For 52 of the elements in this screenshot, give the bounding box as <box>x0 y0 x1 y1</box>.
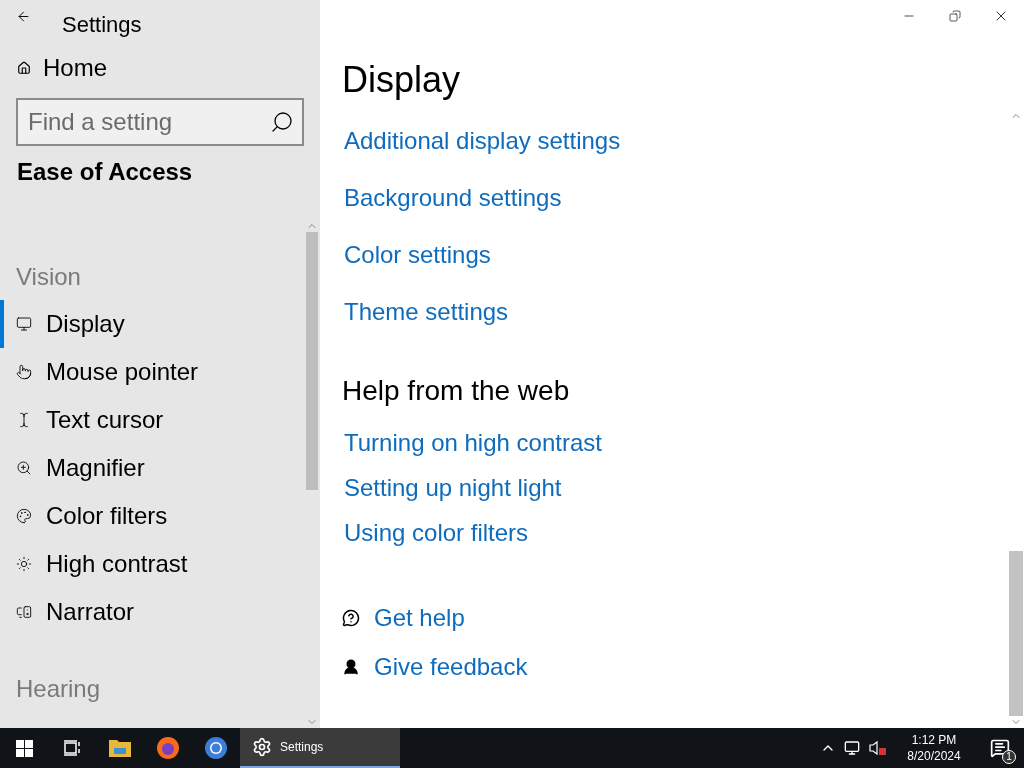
nav-item[interactable]: Mouse pointer <box>0 348 302 396</box>
nav-item[interactable]: Color filters <box>0 492 302 540</box>
search-icon <box>270 110 294 134</box>
gear-icon <box>252 737 272 757</box>
browser-globe-icon <box>156 736 180 760</box>
help-link[interactable]: Using color filters <box>342 510 529 555</box>
home-link[interactable]: Home <box>0 44 320 92</box>
settings-link[interactable]: Background settings <box>342 169 562 226</box>
section-heading: Help from the web <box>342 374 571 408</box>
help-link[interactable]: Setting up night light <box>342 465 562 510</box>
home-icon <box>17 61 31 75</box>
windows-logo-icon <box>15 739 33 757</box>
nav-item[interactable]: Display <box>0 300 302 348</box>
nav-item[interactable]: Text cursor <box>0 396 302 444</box>
folder-icon <box>108 738 132 758</box>
notification-count: 1 <box>1002 750 1016 764</box>
help-action-link[interactable]: Give feedback <box>342 642 528 691</box>
nav-item[interactable]: High contrast <box>0 540 302 588</box>
palette-icon <box>16 508 32 524</box>
scrollbar-thumb[interactable] <box>306 232 318 490</box>
browser-ring-icon <box>204 736 228 760</box>
back-button[interactable] <box>16 8 32 24</box>
help-bubble-icon <box>342 608 360 627</box>
monitor-icon <box>16 316 32 332</box>
monitor-speaker-icon <box>16 604 32 620</box>
hand-pointer-icon <box>16 364 32 380</box>
notification-icon <box>990 738 1010 758</box>
restore-icon <box>949 10 961 22</box>
group-heading: Hearing <box>15 674 102 704</box>
settings-link[interactable]: Additional display settings <box>342 112 621 169</box>
task-view-icon <box>63 740 81 756</box>
nav-item[interactable]: Narrator <box>0 588 302 636</box>
group-heading: Vision <box>15 262 82 292</box>
nav-item[interactable]: Magnifier <box>0 444 302 492</box>
help-action-link[interactable]: Get help <box>342 593 465 642</box>
settings-taskbar-button[interactable]: Settings <box>240 728 400 768</box>
muted-speaker-icon <box>869 740 887 756</box>
clock-button[interactable]: 1:12 PM 8/20/2024 <box>892 728 976 768</box>
search-field[interactable]: Find a setting <box>16 98 304 146</box>
network-monitor-icon <box>844 740 860 756</box>
page-title: Display <box>342 58 462 102</box>
person-icon <box>342 657 360 676</box>
magnifier-icon <box>16 460 32 476</box>
notifications-button[interactable]: 1 <box>976 728 1024 768</box>
back-arrow-icon <box>16 8 31 24</box>
settings-link[interactable]: Color settings <box>342 226 491 283</box>
category-heading: Ease of Access <box>16 157 194 187</box>
window-title: Settings <box>62 11 142 39</box>
help-link[interactable]: Turning on high contrast <box>342 420 602 465</box>
sun-icon <box>16 556 32 572</box>
settings-link[interactable]: Theme settings <box>342 283 509 340</box>
scrollbar-thumb[interactable] <box>1009 551 1023 716</box>
